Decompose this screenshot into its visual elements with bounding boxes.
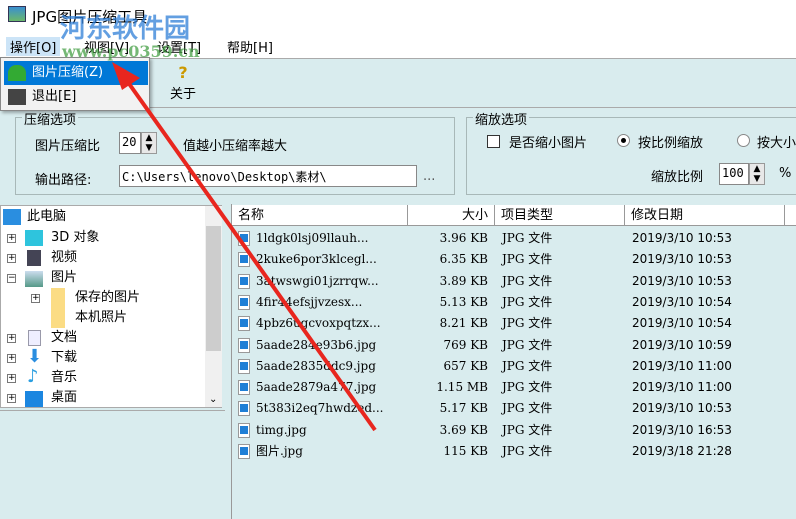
arrow-line bbox=[123, 76, 377, 432]
annotation-arrow bbox=[112, 62, 377, 432]
arrow-head bbox=[112, 62, 140, 90]
